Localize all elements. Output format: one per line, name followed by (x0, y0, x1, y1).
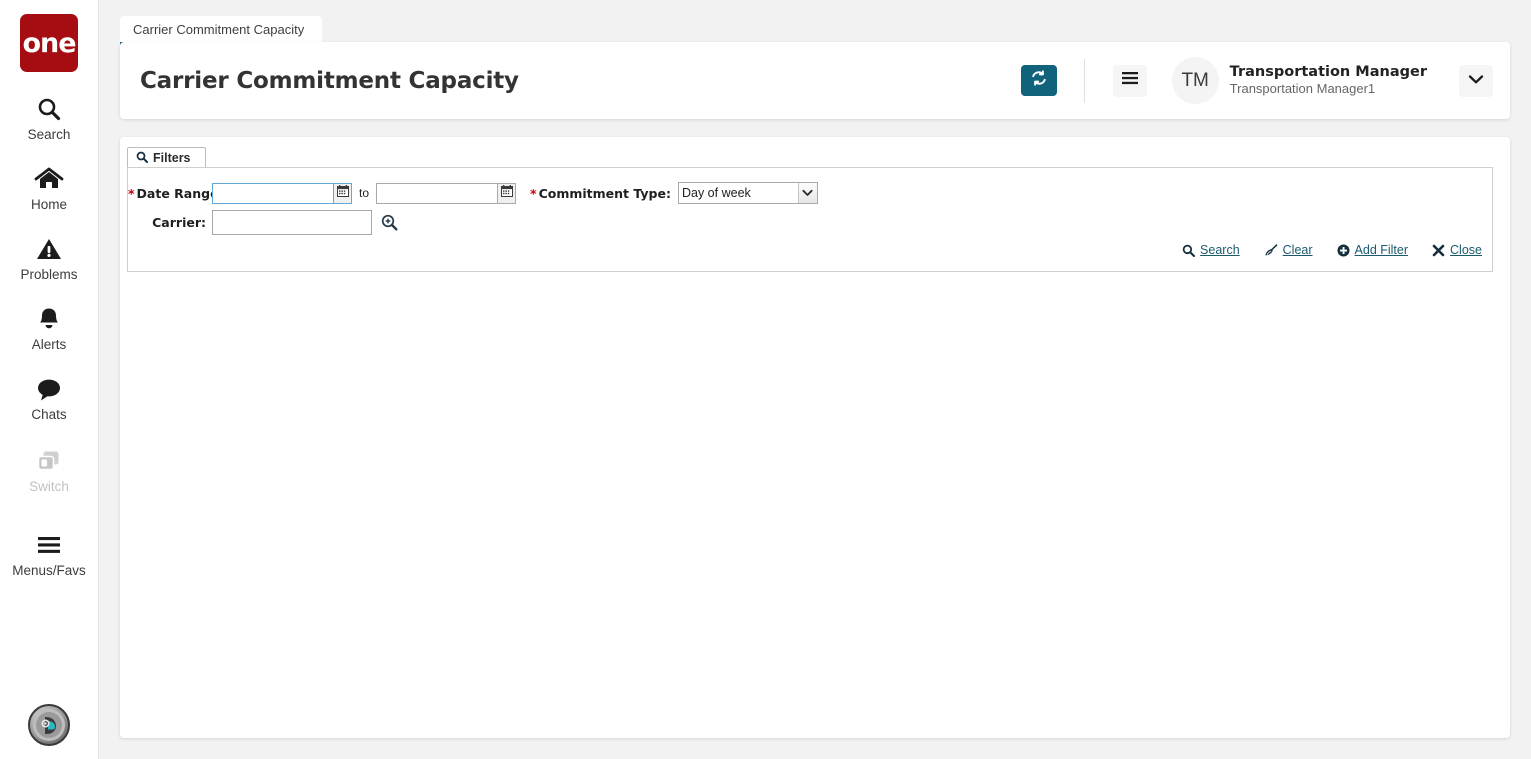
plus-circle-icon (1337, 244, 1350, 257)
filter-row-date-range: * Date Range: to * Commitment Type: Day … (128, 182, 818, 204)
search-icon (36, 92, 62, 126)
brand-logo[interactable]: one (20, 14, 78, 72)
calendar-icon (500, 184, 513, 202)
sidebar-item-label: Alerts (31, 337, 67, 352)
commitment-type-label: * Commitment Type: (530, 185, 671, 201)
sidebar-item-label: Home (30, 197, 67, 212)
header-menu-button[interactable] (1112, 64, 1147, 97)
search-icon (1182, 244, 1196, 257)
user-name: Transportation Manager (1229, 64, 1427, 81)
bell-icon (36, 302, 62, 336)
avatar[interactable]: TM (1171, 57, 1219, 104)
hamburger-icon (1121, 71, 1139, 90)
left-sidebar: one Search Home Problems Alerts Chats Sw… (0, 0, 99, 759)
filters-tab-label: Filters (153, 151, 191, 165)
page-header: Carrier Commitment Capacity TM Transport (120, 42, 1510, 119)
commitment-type-select-wrap: Day of week (677, 182, 818, 204)
sidebar-item-home[interactable]: Home (0, 162, 99, 212)
main-content-card: Filters * Date Range: to * Commitment Ty… (120, 137, 1510, 738)
tab-strip: Carrier Commitment Capacity (120, 16, 323, 45)
broom-icon (1264, 243, 1278, 257)
chat-icon (35, 372, 63, 406)
warning-icon (35, 232, 63, 266)
tab-carrier-commitment-capacity[interactable]: Carrier Commitment Capacity (120, 16, 323, 45)
sidebar-item-label: Problems (20, 267, 78, 282)
date-range-from-input[interactable] (212, 182, 334, 204)
filters-tab[interactable]: Filters (127, 147, 206, 168)
user-menu-button[interactable] (1459, 64, 1493, 97)
calendar-icon (336, 184, 349, 202)
filters-body: * Date Range: to * Commitment Type: Day … (127, 167, 1493, 272)
filter-actions: Search Clear Add Filter Close (1182, 243, 1482, 257)
sidebar-item-search[interactable]: Search (0, 92, 99, 142)
add-filter-button-label: Add Filter (1354, 243, 1409, 257)
sidebar-item-problems[interactable]: Problems (0, 232, 99, 282)
date-range-from-calendar-button[interactable] (334, 182, 352, 204)
date-range-label: * Date Range: (128, 185, 224, 201)
header-actions: TM Transportation Manager Transportation… (1020, 42, 1510, 119)
sidebar-item-label: Chats (31, 407, 67, 422)
chevron-down-icon (1468, 72, 1484, 90)
close-button[interactable]: Close (1432, 243, 1482, 257)
magnifier-plus-icon[interactable] (381, 214, 398, 231)
user-profile-avatar-icon[interactable] (28, 704, 70, 746)
carrier-input[interactable] (212, 210, 372, 235)
search-icon (136, 151, 148, 166)
header-divider (1083, 58, 1085, 103)
carrier-label: Carrier: (152, 215, 206, 230)
required-marker: * (530, 185, 537, 201)
sidebar-item-label: Search (27, 127, 71, 142)
home-icon (34, 162, 64, 196)
clear-button-label: Clear (1282, 243, 1313, 257)
sidebar-item-chats[interactable]: Chats (0, 372, 99, 422)
page-title: Carrier Commitment Capacity (140, 67, 519, 94)
sidebar-item-switch[interactable]: Switch (0, 444, 99, 494)
date-range-to-calendar-button[interactable] (498, 182, 517, 204)
sidebar-item-alerts[interactable]: Alerts (0, 302, 99, 352)
filters-panel: Filters * Date Range: to * Commitment Ty… (127, 147, 1493, 272)
filter-row-carrier: Carrier: (128, 210, 398, 235)
search-button-label: Search (1200, 243, 1240, 257)
date-range-separator: to (359, 186, 370, 200)
sidebar-item-label: Switch (29, 479, 69, 494)
tab-label: Carrier Commitment Capacity (133, 21, 305, 37)
close-x-icon (1432, 244, 1445, 257)
hamburger-icon (35, 528, 63, 562)
user-info: Transportation Manager Transportation Ma… (1230, 63, 1427, 97)
clear-button[interactable]: Clear (1264, 243, 1313, 257)
close-button-label: Close (1450, 243, 1482, 257)
required-marker: * (128, 185, 135, 201)
date-range-to-input[interactable] (376, 182, 499, 204)
refresh-icon (1030, 69, 1048, 92)
switch-icon (35, 444, 63, 478)
brand-logo-text: one (22, 27, 76, 59)
user-subtitle: Transportation Manager1 (1229, 81, 1376, 97)
sidebar-item-menus-favs[interactable]: Menus/Favs (0, 528, 99, 578)
search-button[interactable]: Search (1182, 243, 1240, 257)
add-filter-button[interactable]: Add Filter (1337, 243, 1409, 257)
commitment-type-select[interactable]: Day of week (677, 182, 818, 204)
sidebar-item-label: Menus/Favs (12, 563, 86, 578)
refresh-button[interactable] (1020, 65, 1057, 96)
avatar-initials: TM (1181, 69, 1209, 91)
